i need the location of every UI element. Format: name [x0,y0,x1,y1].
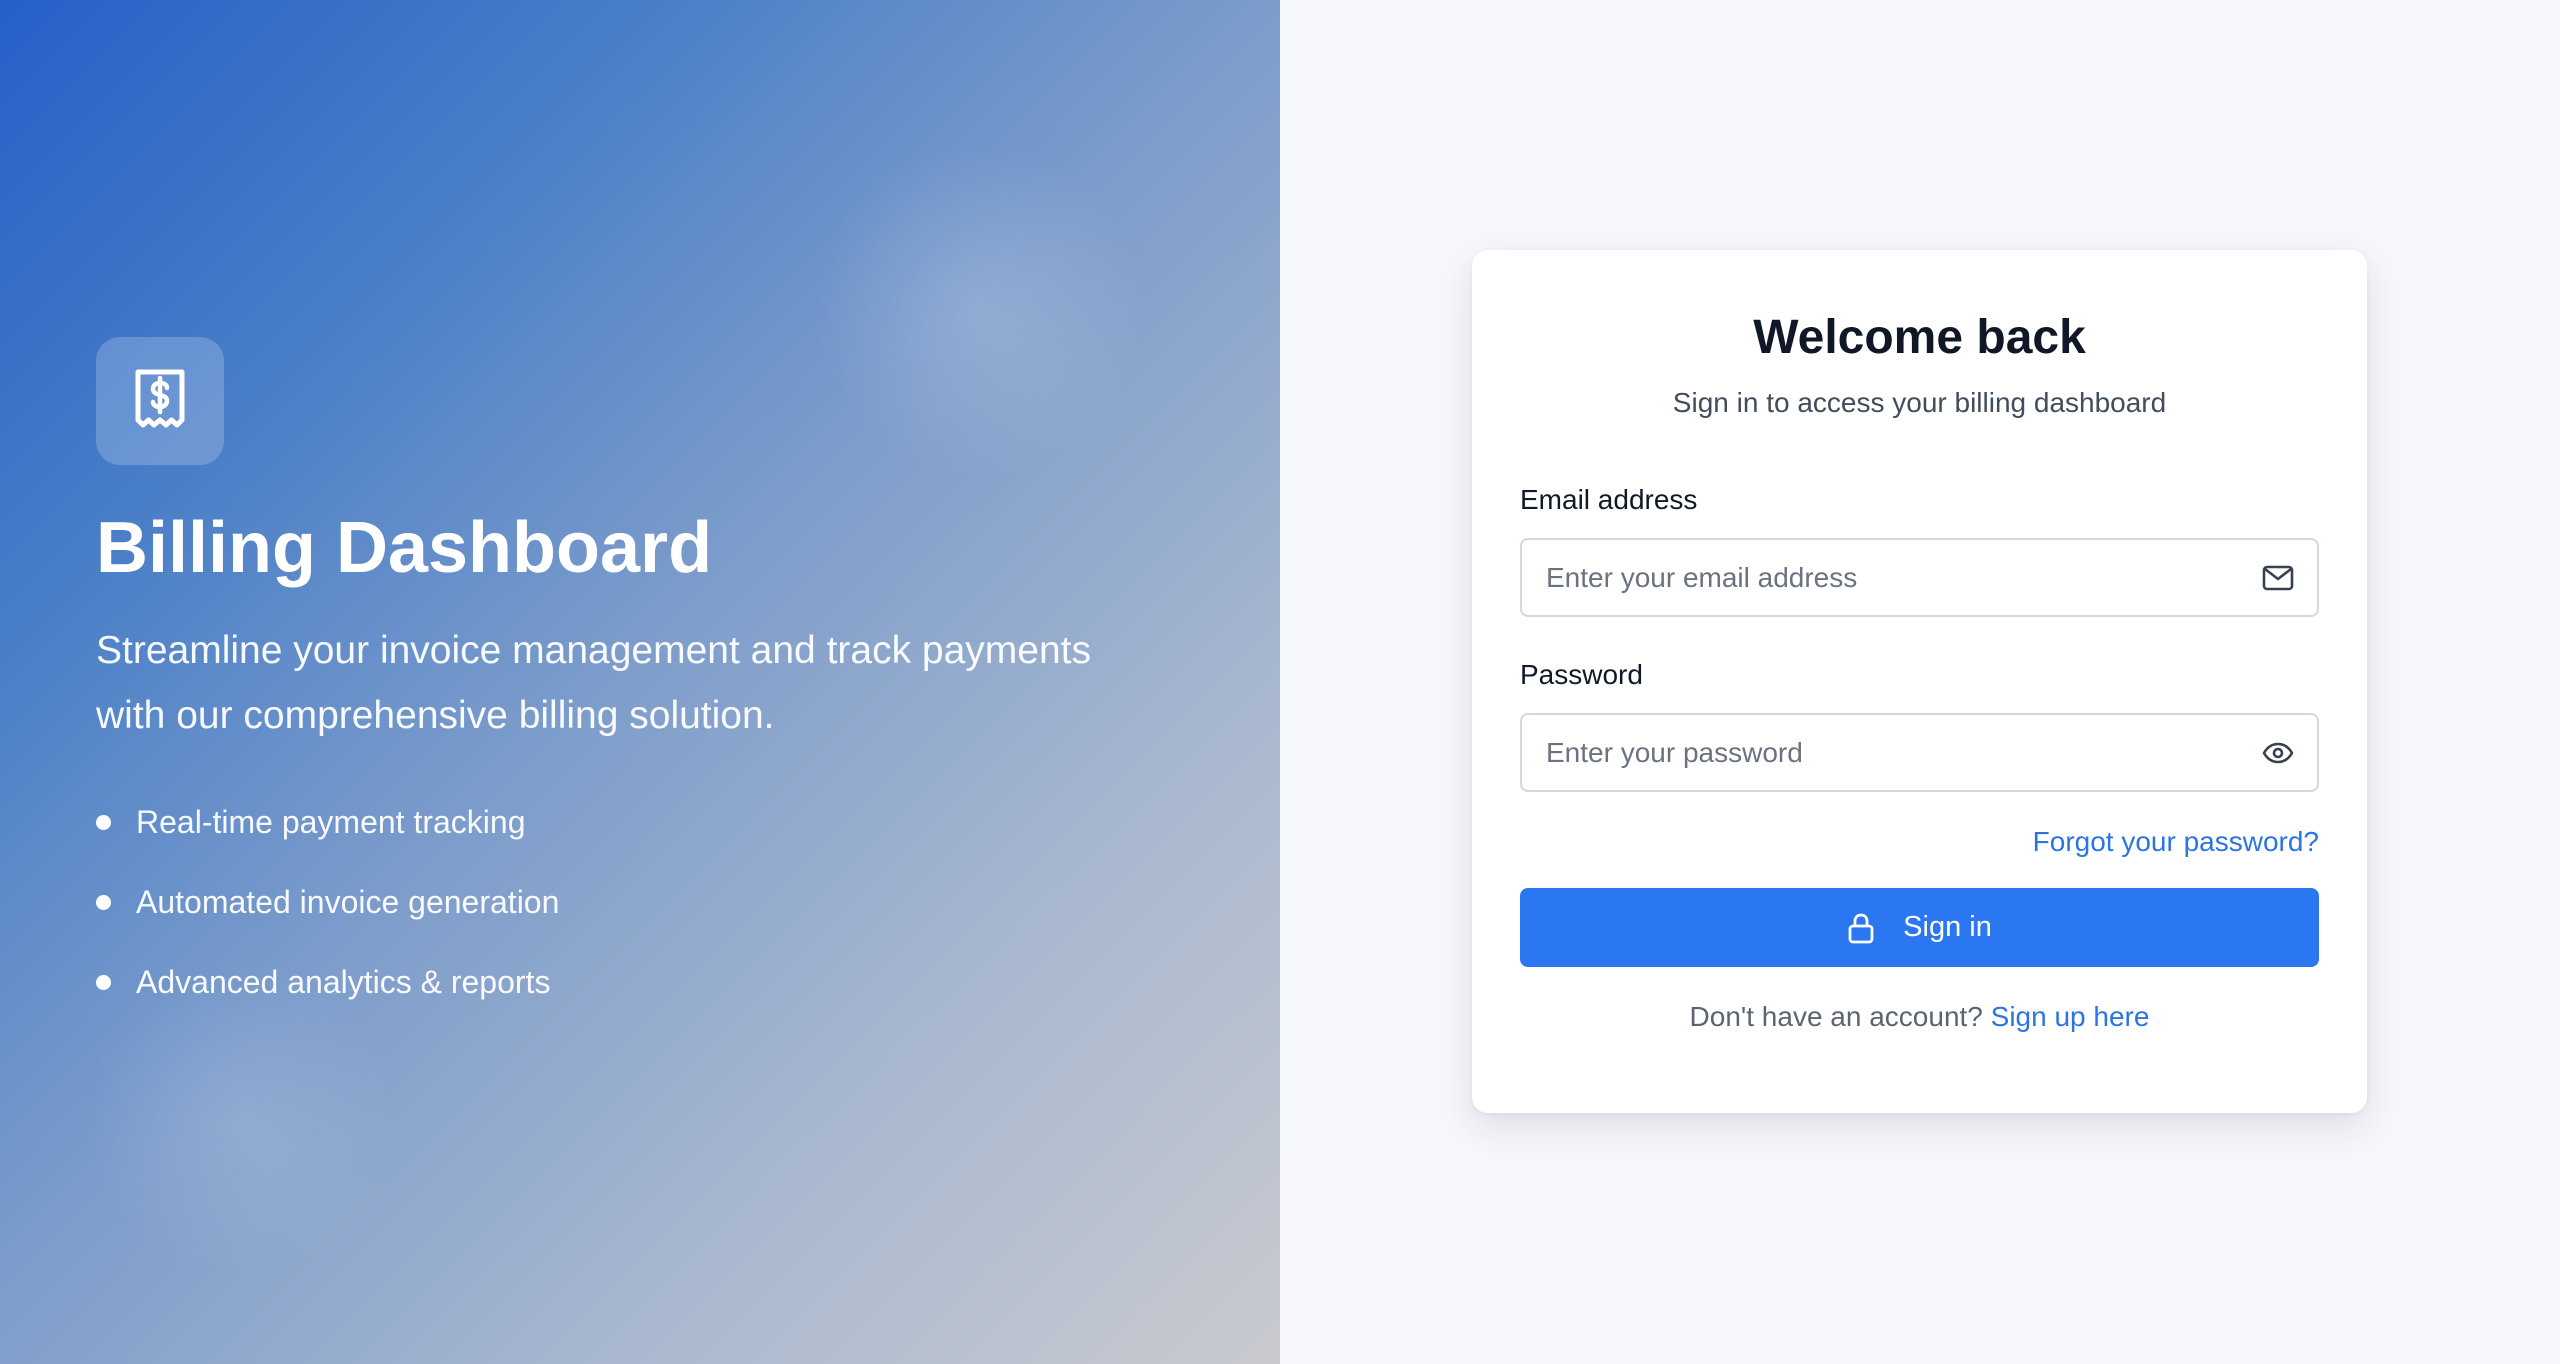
forgot-password-link[interactable]: Forgot your password? [1520,826,2319,858]
feature-item: Automated invoice generation [96,882,1196,922]
lock-icon [1847,912,1875,944]
sign-in-label: Sign in [1903,911,1992,943]
feature-item: Real-time payment tracking [96,802,1196,842]
feature-list: Real-time payment tracking Automated inv… [96,802,1196,1002]
hero-subtitle: Streamline your invoice management and t… [96,629,1091,738]
email-field-wrapper [1520,538,2319,617]
eye-icon[interactable] [2261,736,2295,770]
signup-row: Don't have an account? Sign up here [1520,1001,2319,1033]
app-logo [96,337,224,465]
feature-item: Advanced analytics & reports [96,962,1196,1002]
hero-content: Billing Dashboard Streamline your invoic… [96,337,1196,1042]
mail-icon [2261,561,2295,595]
sign-in-button[interactable]: Sign in [1520,888,2319,967]
sign-up-link[interactable]: Sign up here [1991,1001,2150,1032]
login-panel: Welcome back Sign in to access your bill… [1280,0,2560,1364]
bullet-icon [96,814,111,830]
email-input[interactable] [1522,540,2317,615]
receipt-dollar-icon [133,368,187,435]
login-subtitle: Sign in to access your billing dashboard [1672,387,2167,418]
bullet-icon [96,894,111,910]
email-label: Email address [1520,484,1698,515]
feature-label: Advanced analytics & reports [136,963,551,1000]
feature-label: Automated invoice generation [136,883,560,920]
signup-prompt: Don't have an account? [1689,1001,1983,1032]
login-title: Welcome back [1753,311,2086,364]
password-input[interactable] [1522,715,2317,790]
feature-label: Real-time payment tracking [136,803,526,840]
hero-panel: Billing Dashboard Streamline your invoic… [0,0,1280,1364]
password-field-wrapper [1520,713,2319,792]
login-card: Welcome back Sign in to access your bill… [1472,250,2367,1113]
hero-title: Billing Dashboard [96,508,713,588]
password-label: Password [1520,659,1643,690]
bullet-icon [96,974,111,990]
